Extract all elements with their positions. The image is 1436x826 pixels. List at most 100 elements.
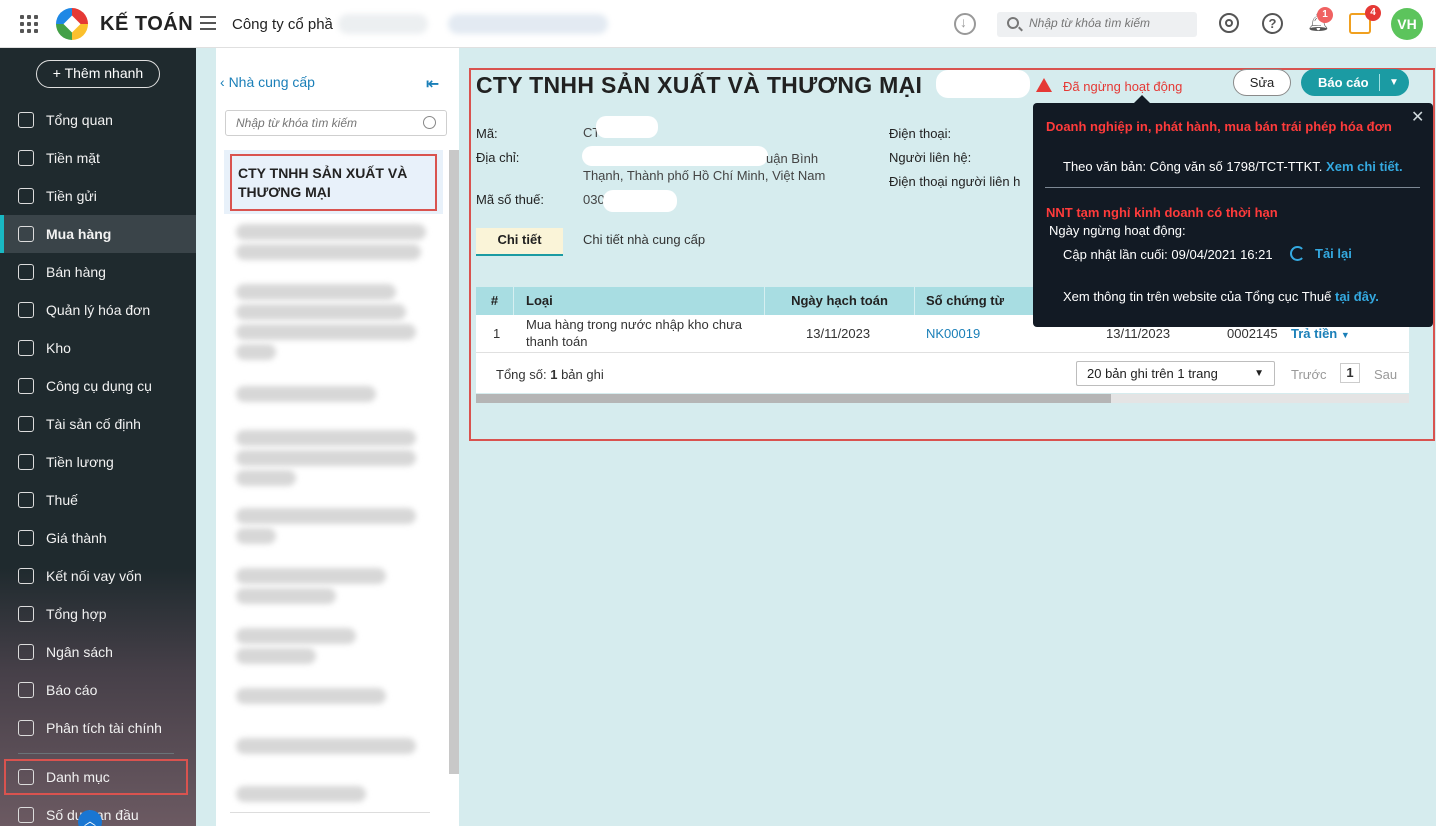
website-link[interactable]: tại đây. [1335,289,1379,304]
sidebar-item-overview[interactable]: Tổng quan [0,101,196,139]
sidebar-item-purchase[interactable]: Mua hàng [0,215,196,253]
gear-icon[interactable] [1219,13,1239,33]
page-number[interactable]: 1 [1340,363,1360,383]
sidebar-item-financial-analysis[interactable]: Phân tích tài chính [0,709,196,747]
list-item[interactable] [236,386,376,402]
prev-page-button[interactable]: Trước [1291,366,1327,383]
apps-grid-icon[interactable] [20,15,38,33]
page-size-select[interactable]: 20 bản ghi trên 1 trang ▼ [1076,361,1275,386]
sidebar-item-sales[interactable]: Bán hàng [0,253,196,291]
sidebar-item-salary[interactable]: Tiền lương [0,443,196,481]
invoice-icon [18,302,34,318]
report-button[interactable]: Báo cáo ▼ [1301,69,1409,96]
tax-icon [18,492,34,508]
list-item[interactable] [236,224,426,240]
scrollbar-thumb[interactable] [476,394,1111,403]
total-records: Tổng số: 1 bản ghi [496,367,604,382]
list-item [236,244,421,260]
tooltip-alert-suspended: NNT tạm nghỉ kinh doanh có thời hạn [1046,205,1278,220]
help-icon[interactable]: ? [1262,13,1283,34]
list-item [236,648,316,664]
tab-detail[interactable]: Chi tiết [476,228,563,256]
tooltip-alert-invoice: Doanh nghiệp in, phát hành, mua bán trái… [1046,119,1392,134]
sidebar-item-cost[interactable]: Giá thành [0,519,196,557]
logo-icon [56,8,88,40]
contact-phone-label: Điện thoại người liên h [889,174,1021,189]
sidebar-item-deposit[interactable]: Tiền gửi [0,177,196,215]
sidebar-item-invoices[interactable]: Quản lý hóa đơn [0,291,196,329]
sidebar-item-tax[interactable]: Thuế [0,481,196,519]
row-index: 1 [493,326,501,341]
deposit-icon [18,188,34,204]
address-label: Địa chỉ: [476,150,520,165]
supplier-search[interactable] [225,110,447,136]
list-item[interactable] [236,786,366,802]
list-item [236,528,276,544]
download-icon[interactable] [954,13,976,35]
row-doc-link[interactable]: NK00019 [926,325,980,342]
pay-action-button[interactable]: Trả tiền ▼ [1291,325,1350,344]
back-to-suppliers-link[interactable]: ‹ Nhà cung cấp [220,74,315,90]
address-line1: uận Bình [766,151,819,166]
tab-supplier-detail[interactable]: Chi tiết nhà cung cấp [583,228,705,256]
dashboard-icon [18,112,34,128]
quick-add-button[interactable]: + Thêm nhanh [36,60,160,88]
collapse-panel-icon[interactable]: ⇤ [426,74,439,94]
list-item-selected-label: CTY TNHH SẢN XUẤT VÀ THƯƠNG MẠI [238,165,408,200]
list-item[interactable] [236,738,416,754]
col-index: # [476,287,514,315]
list-scrollbar[interactable] [449,150,459,774]
list-divider [230,812,430,813]
top-bar: KẾ TOÁN Công ty cổ phầ ? 🔔︎ 1 4 VH [0,0,1436,48]
notification-badge: 1 [1317,7,1333,23]
summary-icon [18,606,34,622]
sidebar-item-summary[interactable]: Tổng hợp [0,595,196,633]
code-redaction [596,116,658,138]
chevron-down-icon: ▼ [1254,368,1264,379]
table-horizontal-scrollbar[interactable] [476,394,1409,403]
address-line2: Thạnh, Thành phố Hồ Chí Minh, Việt Nam [583,168,826,183]
chevron-down-icon[interactable]: ▼ [1389,69,1399,96]
sidebar-item-tools[interactable]: Công cụ dụng cụ [0,367,196,405]
tooltip-stop-date-label: Ngày ngừng hoạt động: [1049,223,1186,238]
global-search-input[interactable] [1029,16,1189,30]
status-badge[interactable]: Đã ngừng hoạt động [1063,79,1182,94]
reload-link[interactable]: Tải lại [1315,246,1352,261]
sidebar-item-budget[interactable]: Ngân sách [0,633,196,671]
global-search[interactable] [997,12,1197,37]
list-icon [18,769,34,785]
list-item [236,588,336,604]
sidebar-item-loan[interactable]: Kết nối vay vốn [0,557,196,595]
menu-icon[interactable] [200,16,216,30]
sidebar-item-catalog[interactable]: Danh mục [3,758,189,796]
sidebar-item-reports[interactable]: Báo cáo [0,671,196,709]
edit-button[interactable]: Sửa [1233,69,1291,96]
next-page-button[interactable]: Sau [1374,366,1397,383]
supplier-search-input[interactable] [236,116,416,130]
asset-icon [18,416,34,432]
warning-icon [1036,78,1052,92]
sidebar-item-cash[interactable]: Tiền mặt [0,139,196,177]
list-item [236,344,276,360]
list-item[interactable] [236,568,386,584]
list-item[interactable] [236,430,416,446]
sidebar-item-warehouse[interactable]: Kho [0,329,196,367]
list-item[interactable] [236,284,396,300]
search-icon [423,116,436,129]
col-posting-date: Ngày hạch toán [765,287,915,315]
tooltip-updated: Cập nhật lần cuối: 09/04/2021 16:21 [1063,247,1273,262]
price-tag-icon [18,530,34,546]
refresh-icon[interactable] [1290,246,1305,261]
list-item[interactable] [236,688,386,704]
list-item[interactable] [236,508,416,524]
avatar[interactable]: VH [1391,8,1423,40]
list-item[interactable] [236,628,356,644]
balance-icon [18,807,34,823]
sidebar-item-fixed-assets[interactable]: Tài sản cố định [0,405,196,443]
cash-icon [18,150,34,166]
company-selector-blurred [338,14,428,34]
view-detail-link[interactable]: Xem chi tiết. [1326,159,1403,174]
budget-icon [18,644,34,660]
close-icon[interactable]: ✕ [1411,107,1424,127]
company-name[interactable]: Công ty cổ phầ [232,16,333,33]
